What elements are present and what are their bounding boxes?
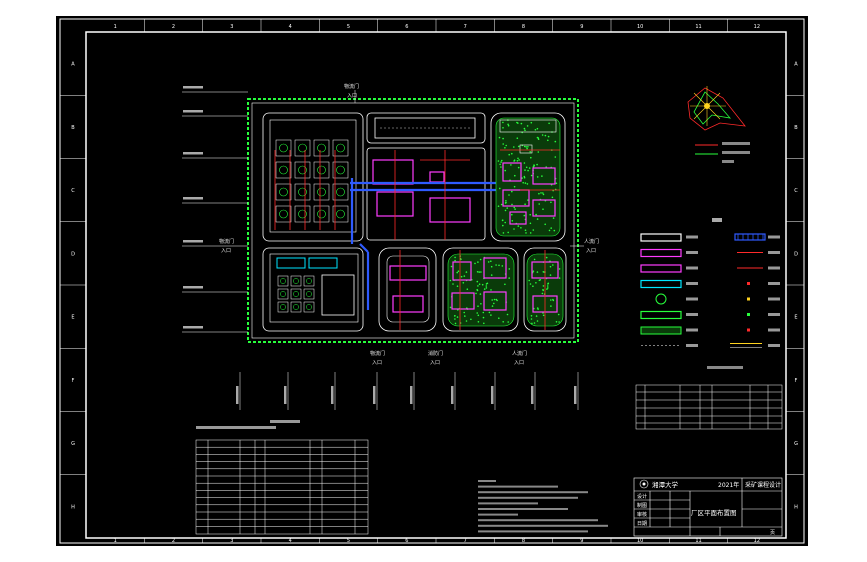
frame-number-top: 7 [464, 24, 467, 30]
frame-number-top: 5 [347, 24, 350, 30]
frame-number-bottom: 12 [754, 538, 760, 544]
frame-letter-left: A [71, 62, 75, 68]
frame-number-top: 8 [522, 24, 525, 30]
frame-number-bottom: 2 [172, 538, 175, 544]
frame-letter-left: E [71, 315, 74, 321]
frame-number-bottom: 7 [464, 538, 467, 544]
entrance-bottom2: 入口 [430, 360, 440, 366]
entrance-left-code: 物流门 [219, 238, 234, 245]
frame-number-top: 2 [172, 24, 175, 30]
site-plan-drawing: 112233445566778899101011111212A AB BC CD DE E… [56, 16, 808, 546]
entrance-left: 入口 [221, 248, 231, 254]
frame-number-bottom: 6 [405, 538, 408, 544]
entrance-right: 入口 [586, 248, 596, 254]
cad-viewport: 1 1 2 2 3 3 4 4 5 5 6 6 7 7 8 8 9 9 10 10 11 11 12 12 A A B B C C D D E E… [0, 0, 867, 562]
frame-number-bottom: 4 [289, 538, 292, 544]
green-block-bottom-center [447, 253, 515, 327]
title-row-review: 审核 [637, 511, 647, 518]
frame-number-top: 1 [114, 24, 117, 30]
entrance-top: 入口 [347, 93, 357, 99]
frame-letter-right: G [794, 441, 798, 447]
entrance-bottom1-code: 物流门 [370, 350, 385, 357]
frame-number-top: 12 [754, 24, 760, 30]
title-row-draft: 制图 [637, 502, 647, 509]
frame-number-bottom: 10 [637, 538, 643, 544]
entrance-bottom3: 入口 [514, 360, 524, 366]
table-title-bar [270, 420, 300, 423]
entrance-top-code: 物流门 [344, 83, 359, 90]
frame-letter-left: H [71, 504, 75, 510]
frame-number-bottom: 11 [695, 538, 701, 544]
title-school: 湘潭大学 [652, 480, 679, 489]
frame-number-top: 6 [405, 24, 408, 30]
title-row-design: 设计 [637, 493, 647, 500]
frame-number-top: 10 [637, 24, 643, 30]
frame-letter-left: G [71, 441, 75, 447]
entrance-bottom1: 入口 [372, 360, 382, 366]
green-block-top-right [495, 117, 561, 237]
frame-letter-right: C [794, 188, 798, 194]
frame-letter-right: E [794, 315, 797, 321]
title-year: 2021年 [718, 481, 739, 489]
title-course: 采矿课程设计 [745, 481, 781, 489]
frame-number-bottom: 9 [580, 538, 583, 544]
frame-number-top: 11 [695, 24, 701, 30]
entrance-right-code: 人流门 [584, 238, 599, 245]
frame-letter-left: D [71, 251, 75, 257]
frame-letter-left: C [71, 188, 75, 194]
frame-letter-right: A [794, 62, 798, 68]
frame-number-top: 3 [230, 24, 233, 30]
index-table-caption [707, 366, 743, 369]
entrance-bottom3-code: 人流门 [512, 350, 527, 357]
frame-letter-right: F [795, 378, 798, 384]
frame-number-bottom: 8 [522, 538, 525, 544]
frame-number-bottom: 3 [230, 538, 233, 544]
table-caption-bar [196, 426, 276, 429]
frame-letter-left: F [72, 378, 75, 384]
frame-number-top: 4 [289, 24, 292, 30]
frame-letter-left: B [71, 125, 75, 131]
frame-letter-right: B [794, 125, 798, 131]
entrance-bottom2-code: 消防门 [428, 350, 443, 357]
title-page: 页 [770, 530, 775, 536]
frame-number-top: 9 [580, 24, 583, 30]
title-drawing: 厂区平面布置图 [691, 508, 737, 517]
frame-number-bottom: 1 [114, 538, 117, 544]
frame-letter-right: H [794, 504, 798, 510]
drawing-canvas [56, 16, 808, 546]
title-row-date: 日期 [637, 521, 647, 527]
frame-number-bottom: 5 [347, 538, 350, 544]
frame-letter-right: D [794, 251, 798, 257]
